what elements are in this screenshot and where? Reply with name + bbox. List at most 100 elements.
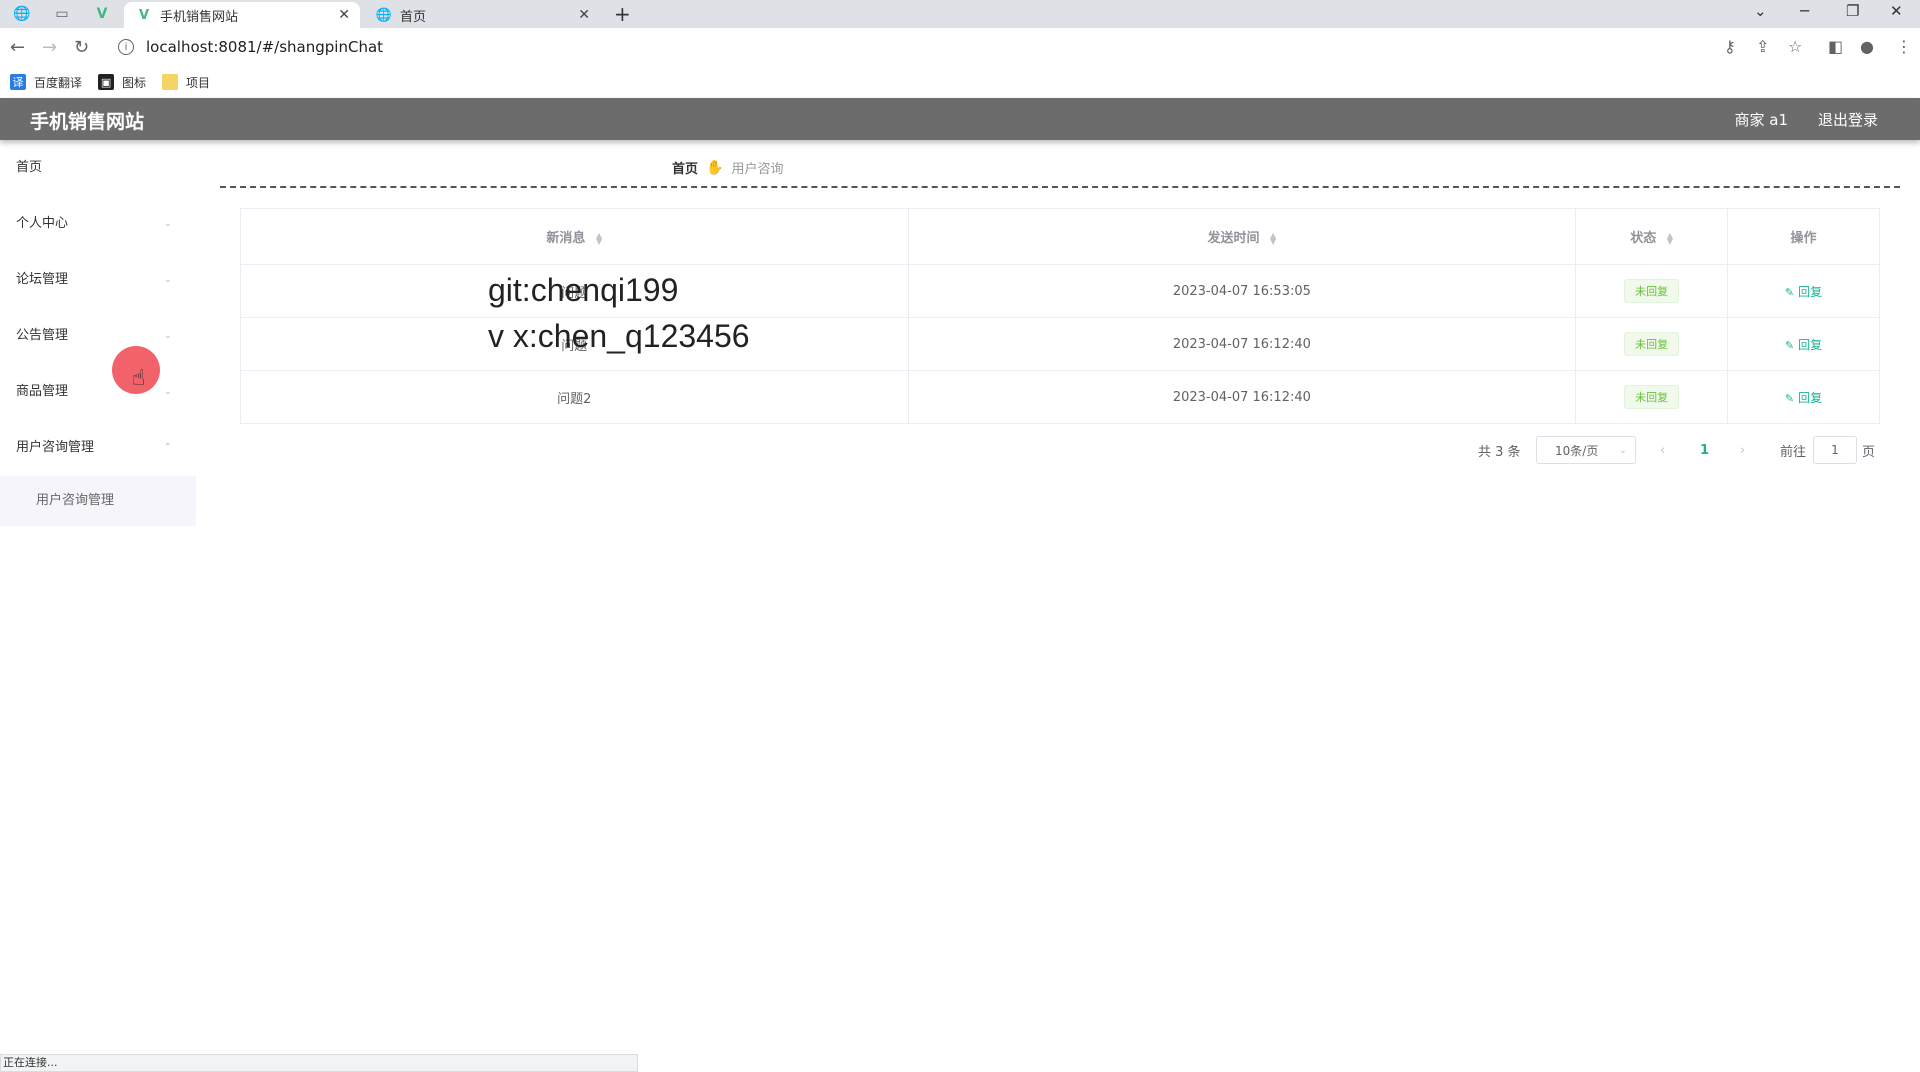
minimize-button[interactable]: ─ [1800, 2, 1809, 20]
bookmark-project[interactable]: 项目 [162, 74, 210, 91]
restore-button[interactable]: ❐ [1846, 2, 1859, 20]
sidebar-item-products[interactable]: 商品管理 ⌄ [0, 364, 196, 420]
bookmark-label: 百度翻译 [34, 75, 83, 90]
vue-icon: V [138, 7, 150, 23]
column-header-status[interactable]: 状态 ▲ ▼ [1575, 208, 1729, 265]
cell-status: 未回复 [1575, 264, 1729, 318]
sidebar-item-label: 首页 [16, 160, 43, 175]
cell-status: 未回复 [1575, 370, 1729, 424]
new-tab-button[interactable]: + [614, 2, 631, 26]
tab-title: 首页 [400, 9, 427, 25]
goto-page-input[interactable]: 1 [1813, 436, 1857, 464]
key-icon[interactable]: ⚷ [1724, 37, 1736, 56]
current-user: 商家 a1 [1734, 111, 1788, 129]
cell-action: ✎ 回复 [1727, 317, 1880, 371]
watermark-line-1: git:chenqi199 [488, 272, 679, 308]
image-icon: ▣ [98, 74, 115, 90]
table-row: 问题2 2023-04-07 16:12:40 未回复 ✎ 回复 [240, 370, 1880, 424]
folder-icon [162, 74, 179, 90]
chevron-up-icon: ⌃ [163, 442, 172, 453]
chevron-down-icon: ⌄ [163, 274, 172, 285]
edit-icon: ✎ [1784, 391, 1795, 405]
bookmark-icons[interactable]: ▣ 图标 [98, 74, 146, 91]
reply-label: 回复 [1798, 390, 1823, 405]
address-bar-row: ← → ↻ i localhost:8081/#/shangpinChat ⚷ … [0, 28, 1920, 66]
column-header-time[interactable]: 发送时间 ▲ ▼ [907, 208, 1577, 265]
chevron-down-icon: ⌄ [163, 330, 172, 341]
blank-tab-icon[interactable]: ▭ [52, 4, 72, 24]
column-header-action: 操作 [1727, 208, 1880, 265]
bookmark-label: 项目 [186, 75, 211, 90]
url-field[interactable]: i localhost:8081/#/shangpinChat [108, 32, 1758, 62]
column-header-message[interactable]: 新消息 ▲ ▼ [240, 208, 909, 265]
window-close-button[interactable]: ✕ [1890, 2, 1903, 20]
back-button[interactable]: ← [10, 37, 25, 58]
chevron-down-icon: ⌄ [163, 386, 172, 397]
reply-button[interactable]: ✎ 回复 [1785, 338, 1822, 352]
logout-button[interactable]: 退出登录 [1818, 109, 1878, 130]
tab-inactive[interactable]: 🌐 首页 ✕ [364, 2, 600, 28]
cell-status: 未回复 [1575, 317, 1729, 371]
sort-icon[interactable]: ▲ ▼ [596, 231, 602, 245]
tab-search-icon[interactable]: ⌄ [1754, 2, 1767, 20]
info-icon[interactable]: i [118, 39, 134, 55]
breadcrumb: 首页 ✋ 用户咨询 [672, 158, 783, 178]
consultation-table: 新消息 ▲ ▼ 发送时间 ▲ ▼ 状态 ▲ ▼ 操作 问题 2023-04-07 16… [240, 208, 1880, 424]
cell-time: 2023-04-07 16:12:40 [907, 370, 1577, 424]
reply-button[interactable]: ✎ 回复 [1785, 285, 1822, 299]
sort-icon[interactable]: ▲ ▼ [1667, 231, 1673, 245]
star-icon[interactable]: ☆ [1788, 37, 1802, 56]
table-row: 问题 2023-04-07 16:12:40 未回复 ✎ 回复 [240, 317, 1880, 371]
share-icon[interactable]: ⇪ [1756, 37, 1769, 56]
cell-message: 问题2 [240, 370, 909, 424]
sidebar-subitem-consultation[interactable]: 用户咨询管理 [0, 476, 196, 526]
app-header: 手机销售网站 商家 a1 退出登录 [0, 98, 1920, 140]
sidebar-item-label: 商品管理 [16, 384, 69, 399]
menu-icon[interactable]: ⋮ [1896, 37, 1912, 56]
chevron-down-icon: ⌄ [163, 218, 172, 229]
sidepanel-icon[interactable]: ◧ [1828, 37, 1843, 56]
tab-active[interactable]: V 手机销售网站 ✕ [124, 2, 360, 28]
page-number-current[interactable]: 1 [1700, 436, 1709, 464]
reply-button[interactable]: ✎ 回复 [1785, 391, 1822, 405]
sidebar-menu: 首页 个人中心 ⌄ 论坛管理 ⌄ 公告管理 ⌄ 商品管理 ⌄ 用户咨询管理 ⌃ … [0, 140, 196, 526]
browser-tab-bar: 🌐 ▭ V V 手机销售网站 ✕ 🌐 首页 ✕ + ⌄ ─ ❐ ✕ [0, 0, 1920, 28]
chevron-down-icon: ⌄ [1618, 444, 1627, 456]
page-size-select[interactable]: 10条/页 ⌄ [1536, 436, 1636, 464]
profile-icon[interactable]: ● [1860, 37, 1874, 56]
sidebar-item-notice[interactable]: 公告管理 ⌄ [0, 308, 196, 364]
reply-label: 回复 [1798, 337, 1823, 352]
column-header-label: 发送时间 [1207, 231, 1260, 246]
sidebar-item-home[interactable]: 首页 [0, 140, 196, 196]
reply-label: 回复 [1798, 284, 1823, 299]
tab-title: 手机销售网站 [160, 9, 239, 25]
page-size-value: 10条/页 [1555, 443, 1599, 458]
sidebar-item-forum[interactable]: 论坛管理 ⌄ [0, 252, 196, 308]
edit-icon: ✎ [1784, 338, 1795, 352]
sidebar-item-label: 用户咨询管理 [16, 440, 95, 455]
next-page-button[interactable]: › [1740, 436, 1745, 464]
prev-page-button[interactable]: ‹ [1660, 436, 1665, 464]
hand-icon: ✋ [706, 159, 724, 176]
close-icon[interactable]: ✕ [578, 7, 590, 23]
hand-cursor-icon: ☝ [132, 366, 146, 391]
status-badge: 未回复 [1624, 279, 1680, 303]
sidebar-item-consultation[interactable]: 用户咨询管理 ⌃ [0, 420, 196, 476]
status-badge: 未回复 [1624, 385, 1680, 409]
cell-time: 2023-04-07 16:53:05 [907, 264, 1577, 318]
watermark-line-2: v x:chen_q123456 [488, 318, 750, 354]
close-icon[interactable]: ✕ [338, 7, 350, 23]
vue-icon[interactable]: V [92, 4, 112, 24]
globe-icon[interactable]: 🌐 [12, 4, 32, 24]
edit-icon: ✎ [1784, 285, 1795, 299]
cell-action: ✎ 回复 [1727, 264, 1880, 318]
forward-button[interactable]: → [42, 37, 57, 58]
browser-status-bar: 正在连接... [0, 1054, 638, 1072]
app-title: 手机销售网站 [30, 111, 145, 133]
sort-icon[interactable]: ▲ ▼ [1270, 231, 1276, 245]
bookmark-translate[interactable]: 译 百度翻译 [10, 74, 82, 91]
breadcrumb-home[interactable]: 首页 [672, 158, 698, 177]
url-text: localhost:8081/#/shangpinChat [146, 38, 384, 56]
sidebar-item-profile[interactable]: 个人中心 ⌄ [0, 196, 196, 252]
reload-button[interactable]: ↻ [74, 37, 89, 58]
